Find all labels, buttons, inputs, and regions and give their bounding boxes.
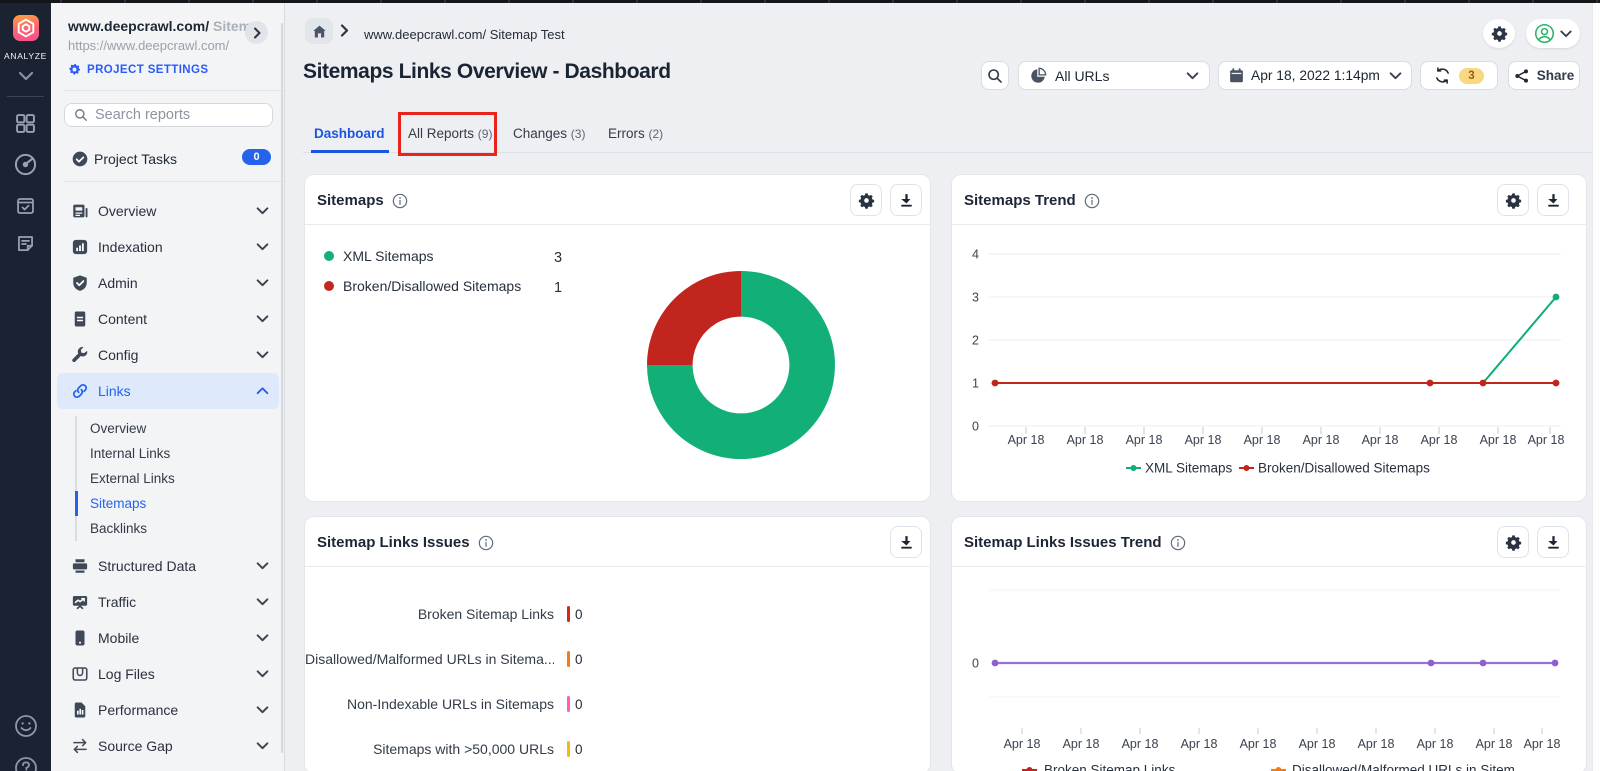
svg-text:Apr 18: Apr 18	[1063, 737, 1100, 751]
svg-text:Apr 18: Apr 18	[1524, 737, 1561, 751]
svg-text:Apr 18: Apr 18	[1358, 737, 1395, 751]
svg-text:Apr 18: Apr 18	[1476, 737, 1513, 751]
svg-text:2: 2	[972, 334, 979, 348]
svg-text:Apr 18: Apr 18	[1008, 433, 1045, 447]
svg-text:3: 3	[972, 291, 979, 305]
svg-text:Apr 18: Apr 18	[1181, 737, 1218, 751]
svg-text:Apr 18: Apr 18	[1299, 737, 1336, 751]
svg-text:Apr 18: Apr 18	[1185, 433, 1222, 447]
svg-text:1: 1	[972, 377, 979, 391]
svg-text:Apr 18: Apr 18	[1240, 737, 1277, 751]
svg-text:0: 0	[972, 420, 979, 434]
svg-text:Apr 18: Apr 18	[1067, 433, 1104, 447]
svg-text:XML Sitemaps: XML Sitemaps	[1145, 461, 1233, 476]
svg-text:Apr 18: Apr 18	[1362, 433, 1399, 447]
svg-text:Apr 18: Apr 18	[1421, 433, 1458, 447]
svg-text:Broken Sitemap Links: Broken Sitemap Links	[1044, 763, 1176, 771]
svg-text:Apr 18: Apr 18	[1303, 433, 1340, 447]
svg-text:Apr 18: Apr 18	[1122, 737, 1159, 751]
svg-text:Apr 18: Apr 18	[1244, 433, 1281, 447]
svg-text:4: 4	[972, 248, 979, 262]
svg-text:Apr 18: Apr 18	[1004, 737, 1041, 751]
svg-text:Apr 18: Apr 18	[1126, 433, 1163, 447]
svg-text:Apr 18: Apr 18	[1528, 433, 1565, 447]
svg-text:0: 0	[972, 657, 979, 671]
svg-text:Apr 18: Apr 18	[1417, 737, 1454, 751]
svg-text:Apr 18: Apr 18	[1480, 433, 1517, 447]
svg-text:Disallowed/Malformed URLs in S: Disallowed/Malformed URLs in Sitem	[1292, 763, 1515, 771]
svg-text:Broken/Disallowed Sitemaps: Broken/Disallowed Sitemaps	[1258, 461, 1430, 476]
